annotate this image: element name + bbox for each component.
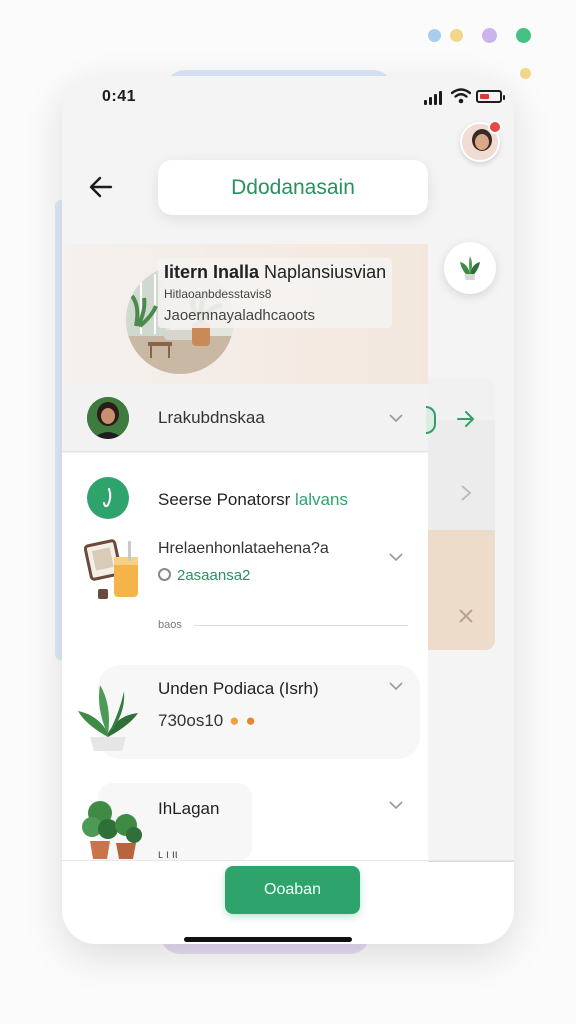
item-meta-text: 730os10 — [158, 711, 224, 730]
decor-dot-yellow-2 — [520, 68, 531, 79]
chevron-down-icon — [389, 414, 403, 423]
divider — [194, 625, 408, 626]
notification-badge — [488, 120, 502, 134]
hero-tagline: Jaoernnayaladhcaoots — [164, 307, 315, 324]
signal-icon — [424, 91, 442, 105]
chevron-down-icon — [389, 801, 403, 810]
decor-dot-blue — [428, 29, 441, 42]
page-title[interactable]: Ddodanasain — [158, 160, 428, 215]
chevron-down-icon — [389, 553, 403, 562]
hero-text-block: Iitern Inalla Naplansiusvian Hitlaoanbde… — [158, 258, 393, 328]
arrow-left-icon — [89, 176, 113, 198]
user-name: Lrakubdnskaa — [158, 408, 265, 427]
decor-dot-green — [516, 28, 531, 43]
decor-dot-purple — [482, 28, 497, 43]
hero-title: Iitern Inalla Naplansiusvian — [164, 262, 386, 283]
cupcake-icon: ● — [245, 711, 256, 730]
background-band — [428, 420, 495, 530]
app-screen: 0:41 Ddodanasain Iitern Inalla Naplansiu… — [0, 0, 576, 1024]
stage-title: Seerse Ponatorsr lalvans — [158, 490, 348, 510]
decor-dot-yellow — [450, 29, 463, 42]
hero-banner: Iitern Inalla Naplansiusvian Hitlaoanbde… — [62, 244, 428, 384]
arrow-right-icon[interactable] — [456, 410, 476, 428]
hero-title-bold: Iitern Inalla — [164, 262, 260, 282]
item-meta: 2asaansa2 — [158, 567, 250, 584]
item-title: Unden Podiaca (Isrh) — [158, 679, 319, 698]
item-meta-text: 2asaansa2 — [177, 567, 251, 584]
status-time: 0:41 — [102, 88, 137, 105]
item-title: IhLagan — [158, 799, 220, 818]
section-divider-label: baos — [158, 619, 182, 631]
background-line — [428, 861, 514, 862]
background-beige-block — [428, 530, 495, 650]
cupcake-icon: ● — [229, 711, 240, 730]
background-panel — [428, 378, 495, 650]
stage-title-accent: lalvans — [295, 490, 348, 509]
user-avatar — [87, 397, 129, 439]
plant-list: Seerse Ponatorsr lalvans Hrelaenhonlatae… — [62, 453, 428, 863]
check-circle-icon — [158, 568, 171, 581]
user-selector[interactable]: Lrakubdnskaa — [62, 384, 428, 452]
item-title: Hrelaenhonlataehena?a — [158, 540, 329, 557]
wifi-icon — [451, 88, 471, 104]
chevron-down-icon — [389, 682, 403, 691]
battery-icon — [476, 90, 505, 103]
home-indicator — [184, 937, 352, 942]
plant-button[interactable] — [444, 242, 496, 294]
sprout-icon — [87, 477, 129, 519]
primary-cta-button[interactable]: Ooaban — [225, 866, 360, 914]
hero-title-rest: Naplansiusvian — [259, 262, 387, 282]
status-bar: 0:41 — [62, 76, 514, 120]
back-button[interactable] — [86, 172, 116, 202]
item-meta: 730os10 ● ● — [158, 711, 256, 731]
chevron-right-icon[interactable] — [460, 484, 472, 502]
plant-illustration — [78, 685, 138, 751]
plant-icon — [460, 256, 480, 280]
item-meta-partial: ʟ ι ιι — [158, 847, 178, 861]
potted-plants-illustration — [82, 801, 142, 859]
close-icon[interactable] — [458, 608, 474, 624]
hero-subtitle: Hitlaoanbdesstavis8 — [164, 287, 272, 301]
stage-title-main: Seerse Ponatorsr — [158, 490, 291, 509]
drink-illustration — [84, 539, 138, 599]
